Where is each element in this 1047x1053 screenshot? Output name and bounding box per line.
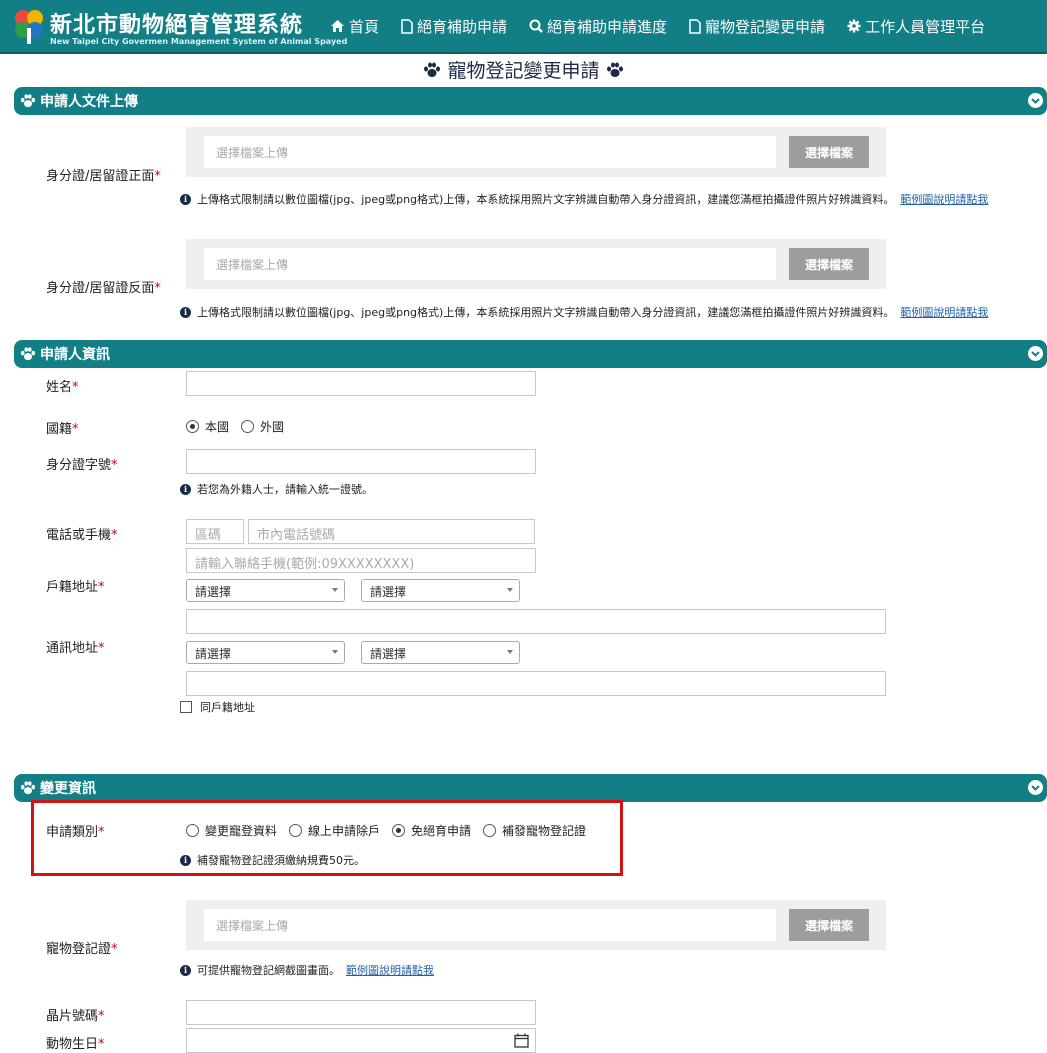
- id-front-file-input[interactable]: 選擇檔案上傳: [204, 136, 776, 168]
- section-header-document-upload[interactable]: 申請人文件上傳: [14, 87, 1047, 115]
- nav-subsidy-progress[interactable]: 絕育補助申請進度: [529, 16, 667, 37]
- search-icon: [529, 19, 543, 33]
- type-reissue-certificate-radio[interactable]: 補發寵物登記證: [483, 822, 586, 839]
- id-back-hint: i 上傳格式限制請以數位圖檔(jpg、jpeg或png格式)上傳，本系統採用照片…: [180, 304, 988, 320]
- certificate-upload: 選擇檔案上傳 選擇檔案: [186, 900, 886, 950]
- application-type-hint: i 補發寵物登記證須繳納規費50元。: [180, 852, 365, 868]
- id-front-hint: i 上傳格式限制請以數位圖檔(jpg、jpeg或png格式)上傳，本系統採用照片…: [180, 191, 988, 207]
- certificate-hint: i 可提供寵物登記網截圖畫面。 範例圖說明請點我: [180, 962, 434, 978]
- mailing-city-select[interactable]: 請選擇: [186, 641, 345, 664]
- type-sterilization-exempt-radio[interactable]: 免絕育申請: [392, 822, 471, 839]
- section-title: 申請人資訊: [40, 347, 110, 363]
- chevron-down-icon[interactable]: [1028, 346, 1043, 361]
- certificate-example-link[interactable]: 範例圖說明請點我: [346, 962, 434, 978]
- certificate-file-input[interactable]: 選擇檔案上傳: [204, 909, 776, 941]
- certificate-label: 寵物登記證*: [46, 942, 118, 957]
- nav-staff-platform-label: 工作人員管理平台: [865, 17, 986, 36]
- nationality-label: 國籍*: [46, 422, 79, 437]
- area-code-input[interactable]: 區碼: [186, 519, 244, 544]
- chevron-down-icon[interactable]: [1028, 93, 1043, 108]
- animal-birthday-label: 動物生日*: [46, 1037, 105, 1052]
- nav-staff-platform[interactable]: 工作人員管理平台: [847, 16, 985, 37]
- id-back-label: 身分證/居留證反面*: [46, 281, 161, 296]
- logo-icon: [15, 10, 43, 44]
- same-address-label: 同戶籍地址: [200, 701, 255, 714]
- section-title: 變更資訊: [40, 781, 96, 797]
- page-title: 寵物登記變更申請: [0, 56, 1047, 83]
- nationality-radio-group: 本國 外國: [186, 418, 284, 435]
- certificate-choose-file-button[interactable]: 選擇檔案: [789, 909, 869, 941]
- animal-birthday-input[interactable]: [186, 1028, 536, 1053]
- file-icon: [401, 18, 413, 34]
- type-change-data-radio[interactable]: 變更寵登資料: [186, 822, 277, 839]
- household-district-select[interactable]: 請選擇: [361, 579, 520, 602]
- same-address-checkbox-row[interactable]: 同戶籍地址: [180, 699, 255, 715]
- section-title: 申請人文件上傳: [40, 94, 138, 110]
- mailing-address-input[interactable]: [186, 671, 886, 696]
- chip-number-input[interactable]: [186, 1000, 536, 1025]
- paw-icon: [20, 94, 36, 108]
- example-link[interactable]: 範例圖說明請點我: [900, 304, 988, 320]
- nav-pet-registration-change[interactable]: 寵物登記變更申請: [689, 16, 825, 37]
- example-link[interactable]: 範例圖說明請點我: [900, 191, 988, 207]
- mailing-address-label: 通訊地址*: [46, 641, 105, 656]
- id-back-choose-file-button[interactable]: 選擇檔案: [789, 248, 869, 280]
- main-nav: 首頁 絕育補助申請 絕育補助申請進度 寵物登記變更申請 工作人員管理平台: [330, 0, 985, 52]
- nationality-foreign-radio[interactable]: 外國: [241, 418, 284, 435]
- same-address-checkbox[interactable]: [180, 701, 192, 713]
- nav-home-label: 首頁: [349, 17, 380, 36]
- local-phone-input[interactable]: 市內電話號碼: [248, 519, 535, 544]
- file-icon: [689, 18, 701, 34]
- household-address-input[interactable]: [186, 609, 886, 634]
- info-icon: i: [180, 483, 191, 495]
- home-icon: [331, 20, 344, 32]
- nav-subsidy-apply[interactable]: 絕育補助申請: [401, 16, 507, 37]
- info-icon: i: [180, 854, 191, 866]
- page-title-text: 寵物登記變更申請: [447, 60, 600, 82]
- id-back-upload: 選擇檔案上傳 選擇檔案: [186, 239, 886, 289]
- paw-icon: [424, 62, 441, 77]
- section-header-applicant-info[interactable]: 申請人資訊: [14, 340, 1047, 368]
- mobile-input[interactable]: 請輸入聯絡手機(範例:09XXXXXXXX): [186, 548, 536, 573]
- household-city-select[interactable]: 請選擇: [186, 579, 345, 602]
- mailing-district-select[interactable]: 請選擇: [361, 641, 520, 664]
- paw-icon: [606, 62, 623, 77]
- nav-pet-registration-change-label: 寵物登記變更申請: [705, 17, 826, 36]
- chip-number-label: 晶片號碼*: [46, 1009, 105, 1024]
- calendar-icon[interactable]: [514, 1033, 529, 1048]
- nationality-domestic-radio[interactable]: 本國: [186, 418, 229, 435]
- info-icon: i: [180, 964, 191, 976]
- name-label: 姓名*: [46, 380, 79, 395]
- info-icon: i: [180, 306, 191, 318]
- phone-label: 電話或手機*: [46, 528, 118, 543]
- id-number-label: 身分證字號*: [46, 458, 118, 473]
- brand-subtitle: New Taipei City Govermen Management Syst…: [50, 37, 348, 46]
- name-input[interactable]: [186, 371, 536, 396]
- brand-title[interactable]: 新北市動物絕育管理系統: [50, 7, 303, 39]
- paw-icon: [20, 781, 36, 795]
- id-front-label: 身分證/居留證正面*: [46, 169, 161, 184]
- gear-icon: [847, 19, 861, 33]
- top-navbar: 新北市動物絕育管理系統 New Taipei City Govermen Man…: [0, 0, 1047, 54]
- id-front-choose-file-button[interactable]: 選擇檔案: [789, 136, 869, 168]
- chevron-down-icon[interactable]: [1028, 780, 1043, 795]
- section-header-change-info[interactable]: 變更資訊: [14, 774, 1047, 802]
- household-address-label: 戶籍地址*: [46, 580, 105, 595]
- paw-icon: [20, 347, 36, 361]
- id-number-input[interactable]: [186, 449, 536, 474]
- application-type-label: 申請類別*: [46, 825, 105, 840]
- nav-subsidy-progress-label: 絕育補助申請進度: [547, 17, 668, 36]
- type-deregister-radio[interactable]: 線上申請除戶: [289, 822, 380, 839]
- info-icon: i: [180, 193, 191, 205]
- nav-home[interactable]: 首頁: [330, 16, 379, 37]
- id-number-hint: i 若您為外籍人士，請輸入統一證號。: [180, 481, 373, 497]
- application-type-radio-group: 變更寵登資料 線上申請除戶 免絕育申請 補發寵物登記證: [186, 822, 586, 839]
- id-back-file-input[interactable]: 選擇檔案上傳: [204, 248, 776, 280]
- id-front-upload: 選擇檔案上傳 選擇檔案: [186, 127, 886, 177]
- nav-subsidy-apply-label: 絕育補助申請: [417, 17, 508, 36]
